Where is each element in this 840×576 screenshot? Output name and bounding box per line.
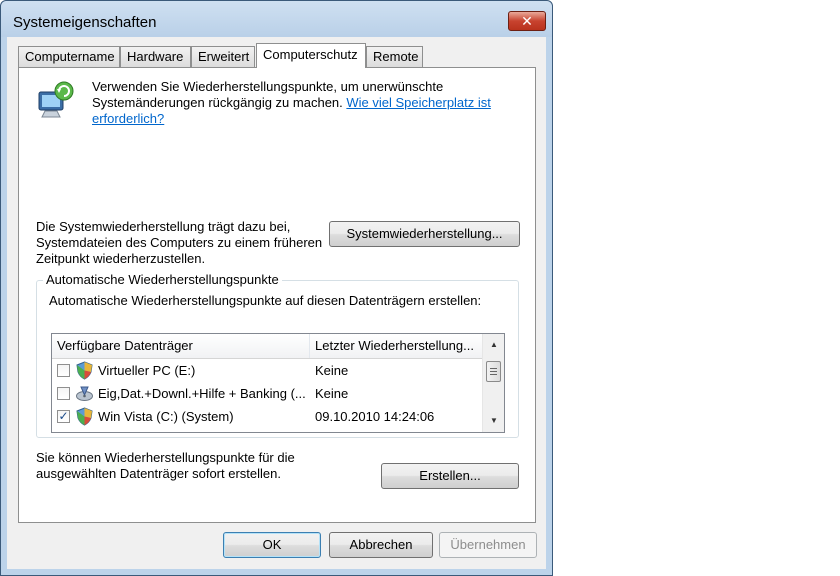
drive-last-restore: Keine (315, 386, 349, 401)
auto-restore-points-group: Automatische Wiederherstellungspunkte Au… (36, 272, 519, 438)
title-bar[interactable]: Systemeigenschaften ✕ (1, 1, 552, 37)
drive-last-restore: 09.10.2010 14:24:06 (315, 409, 435, 424)
group-title: Automatische Wiederherstellungspunkte (43, 272, 282, 287)
apply-button[interactable]: Übernehmen (439, 532, 537, 558)
group-description: Automatische Wiederherstellungspunkte au… (49, 293, 482, 308)
list-item[interactable]: Virtueller PC (E:) Keine (52, 359, 482, 382)
column-header-drives[interactable]: Verfügbare Datenträger (52, 334, 310, 358)
system-restore-button[interactable]: Systemwiederherstellung... (329, 221, 520, 247)
tab-remote[interactable]: Remote (366, 46, 423, 67)
create-button[interactable]: Erstellen... (381, 463, 519, 489)
drive-icon (76, 386, 93, 401)
list-item[interactable]: Eig,Dat.+Downl.+Hilfe + Banking (... Kei… (52, 382, 482, 405)
shield-drive-icon (76, 361, 93, 380)
list-item[interactable]: ✓ Win Vista (C:) (System) 09.10.2010 14:… (52, 405, 482, 428)
scroll-up-icon[interactable]: ▲ (483, 336, 504, 354)
tab-computername[interactable]: Computername (18, 46, 120, 67)
drives-list[interactable]: Verfügbare Datenträger Letzter Wiederher… (51, 333, 505, 433)
create-description: Sie können Wiederherstellungspunkte für … (36, 450, 295, 481)
drive-name: Eig,Dat.+Downl.+Hilfe + Banking (... (98, 386, 306, 401)
window-title: Systemeigenschaften (13, 14, 157, 31)
system-restore-description: Die Systemwiederherstellung trägt dazu b… (36, 219, 323, 266)
shield-drive-icon (76, 407, 93, 426)
grip-line (490, 371, 497, 372)
column-header-last-restore[interactable]: Letzter Wiederherstellung... (310, 334, 482, 358)
grip-line (490, 368, 497, 369)
list-scrollbar[interactable]: ▲ ▼ (482, 334, 504, 432)
drive-checkbox-checked[interactable]: ✓ (57, 410, 70, 423)
scroll-down-icon[interactable]: ▼ (483, 412, 504, 430)
cancel-button[interactable]: Abbrechen (329, 532, 433, 558)
drive-name: Win Vista (C:) (System) (98, 409, 234, 424)
drive-last-restore: Keine (315, 363, 349, 378)
drive-name: Virtueller PC (E:) (98, 363, 196, 378)
scroll-thumb[interactable] (486, 361, 501, 382)
grip-line (490, 374, 497, 375)
tab-computerschutz[interactable]: Computerschutz (256, 43, 366, 68)
system-properties-dialog: Systemeigenschaften ✕ Computername Hardw… (0, 0, 553, 576)
close-button[interactable]: ✕ (508, 11, 546, 31)
list-header: Verfügbare Datenträger Letzter Wiederher… (52, 334, 482, 359)
system-restore-icon (38, 81, 74, 118)
drive-checkbox[interactable] (57, 364, 70, 377)
drive-checkbox[interactable] (57, 387, 70, 400)
computer-protection-page: Verwenden Sie Wiederherstellungspunkte, … (18, 67, 536, 523)
tab-hardware[interactable]: Hardware (120, 46, 191, 67)
ok-button[interactable]: OK (223, 532, 321, 558)
tab-erweitert[interactable]: Erweitert (191, 46, 255, 67)
intro-text-block: Verwenden Sie Wiederherstellungspunkte, … (92, 79, 512, 127)
dialog-client-area: Computername Hardware Erweitert Computer… (7, 37, 546, 569)
